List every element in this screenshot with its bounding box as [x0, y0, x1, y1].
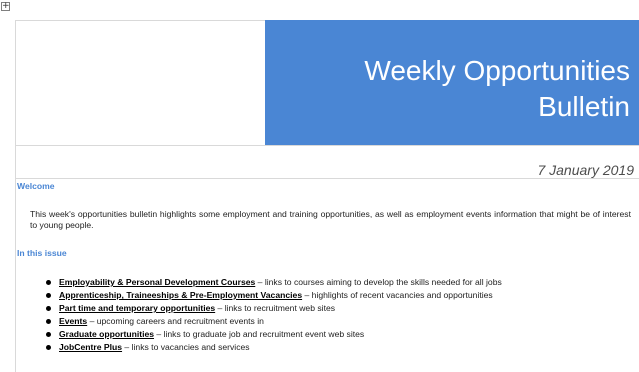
issue-link[interactable]: Graduate opportunities	[59, 329, 154, 339]
table-row-divider	[15, 145, 639, 146]
bullet-icon	[46, 280, 51, 285]
bulletin-title-line-1: Weekly Opportunities	[364, 55, 630, 86]
issue-link[interactable]: Part time and temporary opportunities	[59, 303, 215, 313]
bulletin-date: 7 January 2019	[537, 162, 634, 178]
issue-description: – highlights of recent vacancies and opp…	[302, 290, 493, 300]
list-item: Apprenticeship, Traineeships & Pre-Emplo…	[46, 289, 502, 302]
issue-link[interactable]: Events	[59, 316, 87, 326]
welcome-heading: Welcome	[17, 181, 55, 191]
issue-link[interactable]: JobCentre Plus	[59, 342, 122, 352]
table-row-divider	[15, 178, 639, 179]
header-banner: Weekly Opportunities Bulletin	[265, 20, 639, 145]
in-this-issue-heading: In this issue	[17, 248, 67, 258]
bullet-icon	[46, 319, 51, 324]
list-item: Part time and temporary opportunities – …	[46, 302, 502, 315]
issue-link[interactable]: Apprenticeship, Traineeships & Pre-Emplo…	[59, 290, 302, 300]
table-move-handle-icon[interactable]: +	[1, 2, 10, 11]
bulletin-title: Weekly Opportunities Bulletin	[364, 53, 630, 125]
list-item: JobCentre Plus – links to vacancies and …	[46, 341, 502, 354]
bulletin-title-line-2: Bulletin	[538, 91, 630, 122]
issue-description: – links to graduate job and recruitment …	[154, 329, 365, 339]
issue-description: – links to courses aiming to develop the…	[255, 277, 502, 287]
issue-description: – links to vacancies and services	[122, 342, 250, 352]
issue-link[interactable]: Employability & Personal Development Cou…	[59, 277, 255, 287]
bullet-icon	[46, 293, 51, 298]
list-item: Graduate opportunities – links to gradua…	[46, 328, 502, 341]
list-item: Employability & Personal Development Cou…	[46, 276, 502, 289]
issue-description: – upcoming careers and recruitment event…	[87, 316, 264, 326]
bullet-icon	[46, 306, 51, 311]
table-border-left	[15, 20, 16, 372]
bullet-icon	[46, 345, 51, 350]
list-item: Events – upcoming careers and recruitmen…	[46, 315, 502, 328]
issue-description: – links to recruitment web sites	[215, 303, 336, 313]
issue-list: Employability & Personal Development Cou…	[46, 276, 502, 354]
welcome-text: This week's opportunities bulletin highl…	[30, 209, 631, 230]
bullet-icon	[46, 332, 51, 337]
